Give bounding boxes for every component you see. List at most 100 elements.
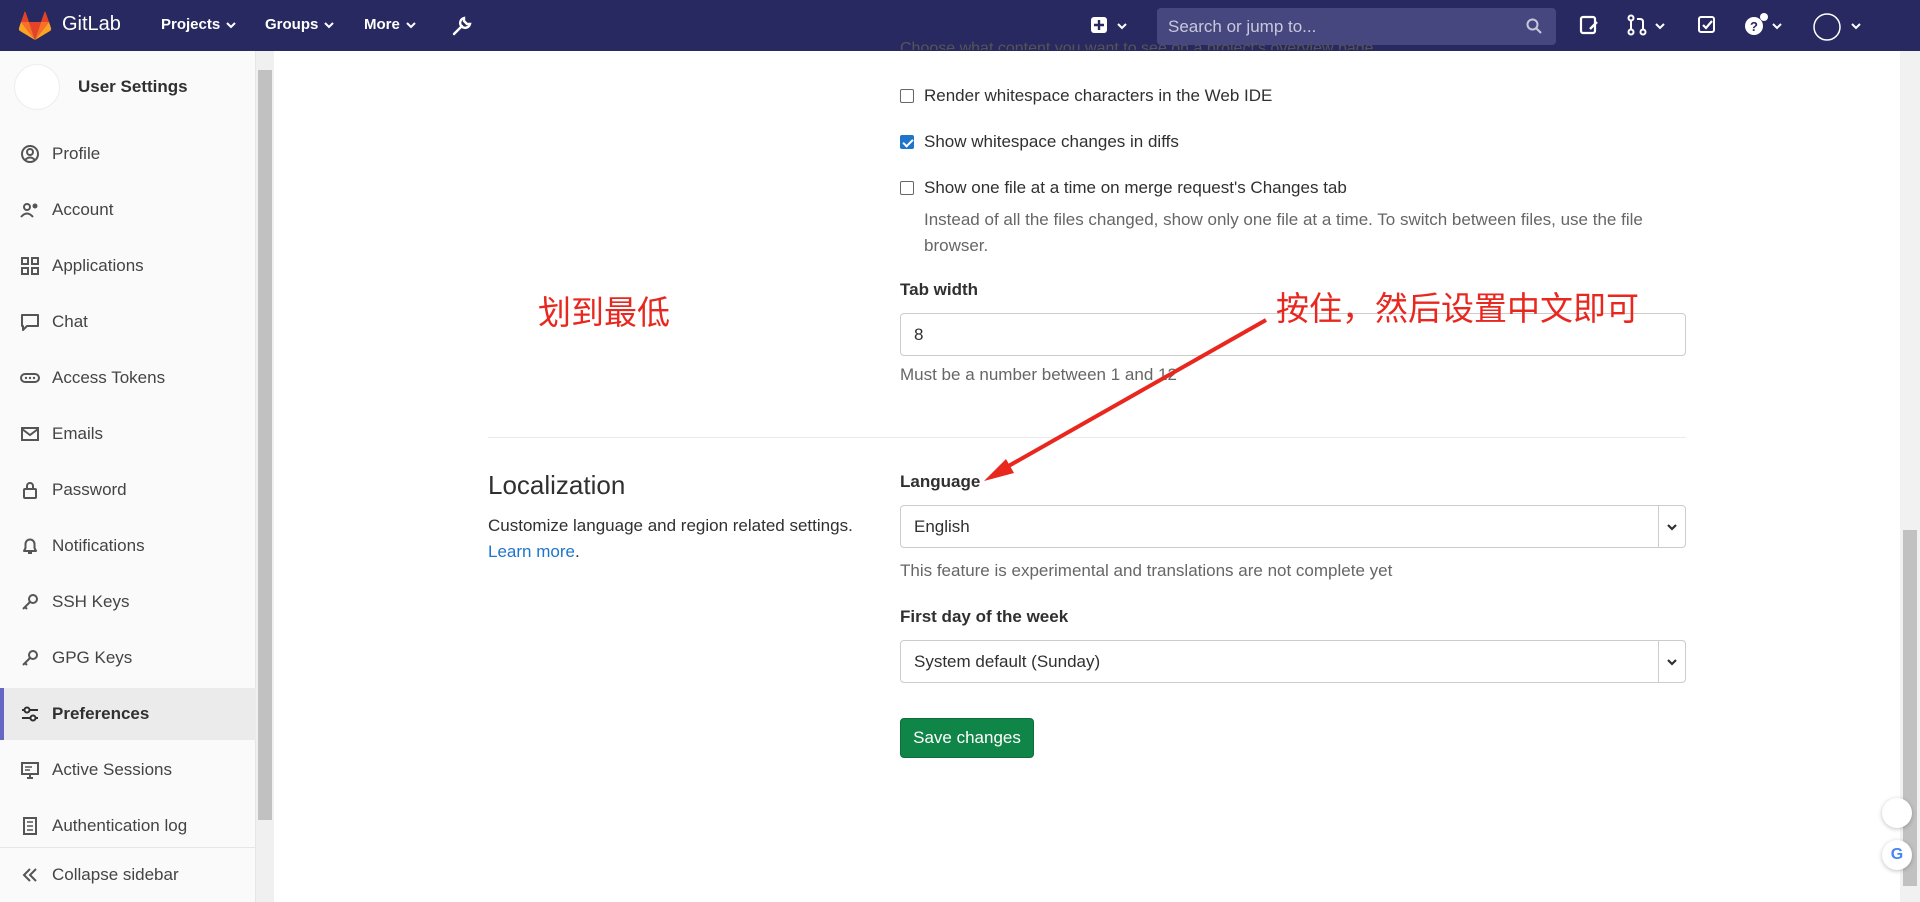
chevron-down-icon [1655,23,1665,30]
account-icon [20,203,38,218]
localization-section-description: Customize language and region related se… [488,513,888,565]
key-icon [22,650,38,666]
issues-icon[interactable] [1578,14,1600,36]
sidebar-item-ssh-keys[interactable]: SSH Keys [0,576,256,628]
first-day-select-value: System default (Sunday) [914,652,1101,671]
avatar [14,64,60,110]
sidebar-item-label: Password [52,480,127,499]
one-file-help-text: Instead of all the files changed, show o… [924,210,1643,255]
language-select-value: English [914,517,970,536]
nav-groups[interactable]: Groups [265,16,335,33]
brand-name[interactable]: GitLab [62,13,121,36]
nav-projects-label: Projects [161,16,221,33]
sidebar-item-label: SSH Keys [52,592,130,611]
select-caret[interactable] [1658,641,1685,682]
sidebar-item-emails[interactable]: Emails [0,408,256,460]
search-placeholder: Search or jump to... [1168,17,1317,36]
checkbox[interactable] [900,135,914,149]
checkbox[interactable] [900,89,914,103]
gitlab-logo-icon[interactable] [18,11,52,41]
first-day-label: First day of the week [900,607,1069,626]
mail-icon [21,427,39,441]
double-chevron-left-icon [22,868,37,882]
sidebar-item-label: Notifications [52,536,145,555]
chevron-down-icon [406,21,416,28]
sidebar-item-preferences[interactable]: Preferences [0,688,256,740]
wrench-icon[interactable] [451,15,473,37]
sidebar-item-label: Account [52,200,114,219]
nav-projects[interactable]: Projects [161,16,236,33]
checkbox-label: Show one file at a time on merge request… [924,178,1347,197]
avatar-icon[interactable] [1812,12,1842,42]
collapse-sidebar-label: Collapse sidebar [52,865,179,884]
sidebar-item-active-sessions[interactable]: Active Sessions [0,744,256,796]
sidebar-scrollbar-thumb[interactable] [258,70,272,820]
merge-request-icon[interactable] [1626,14,1648,36]
sidebar-item-label: Preferences [52,704,150,723]
checkbox[interactable] [900,181,914,195]
nav-more-label: More [364,16,400,33]
sidebar-item-label: GPG Keys [52,648,133,667]
google-extension-icon[interactable]: G [1882,840,1912,870]
tab-width-label: Tab width [900,280,979,299]
collapse-sidebar-button[interactable]: Collapse sidebar [0,847,256,902]
checkbox-label: Render whitespace characters in the Web … [924,86,1273,105]
language-hint: This feature is experimental and transla… [900,561,1393,580]
render-whitespace-checkbox-row[interactable]: Render whitespace characters in the Web … [900,86,1272,106]
chevron-down-icon [1851,23,1861,30]
localization-section-title: Localization [488,470,626,500]
chevron-down-icon [324,21,335,28]
tab-width-hint: Must be a number between 1 and 12 [900,365,1177,384]
show-whitespace-diffs-checkbox-row[interactable]: Show whitespace changes in diffs [900,132,1179,152]
applications-icon [21,257,39,275]
sidebar-item-label: Access Tokens [52,368,166,387]
sidebar-item-label: Applications [52,256,144,275]
search-icon [1526,18,1542,34]
profile-icon [21,145,39,163]
chevron-down-icon [1772,23,1782,30]
preferences-icon [22,706,38,722]
sidebar-item-authentication-log[interactable]: Authentication log [0,800,256,852]
plus-square-icon[interactable] [1090,16,1108,34]
select-caret[interactable] [1658,506,1685,547]
chat-icon [21,314,39,331]
annotation-scroll-to-bottom: 划到最低 [538,293,670,332]
language-select[interactable]: English [900,505,1686,548]
sidebar-item-label: Profile [52,144,101,163]
save-changes-button[interactable]: Save changes [900,718,1034,758]
page-scrollbar-thumb[interactable] [1903,530,1917,886]
annotation-set-chinese: 按住，然后设置中文即可 [1276,289,1639,328]
chevron-down-icon [1667,658,1677,666]
chevron-down-icon [1667,523,1677,531]
help-icon[interactable]: ? [1743,12,1769,38]
nav-more[interactable]: More [364,16,416,33]
sidebar-item-label: Chat [52,312,88,331]
sidebar-item-password[interactable]: Password [0,464,256,516]
sidebar-item-applications[interactable]: Applications [0,240,256,292]
floating-button[interactable] [1882,798,1912,828]
sidebar-item-access-tokens[interactable]: Access Tokens [0,352,256,404]
sidebar-item-label: Authentication log [52,816,188,835]
sidebar-header[interactable]: User Settings [14,64,188,110]
sidebar-item-profile[interactable]: Profile [0,128,256,180]
sidebar-title: User Settings [78,77,188,96]
todo-icon[interactable] [1697,15,1717,35]
sidebar-item-chat[interactable]: Chat [0,296,256,348]
sidebar-item-notifications[interactable]: Notifications [0,520,256,572]
checkbox-label: Show whitespace changes in diffs [924,132,1179,151]
sidebar-item-label: Emails [52,424,104,443]
lock-icon [23,482,37,499]
chevron-down-icon [226,21,236,28]
language-label: Language [900,472,981,491]
first-day-select[interactable]: System default (Sunday) [900,640,1686,683]
sidebar-item-gpg-keys[interactable]: GPG Keys [0,632,256,684]
one-file-at-a-time-checkbox-row[interactable]: Show one file at a time on merge request… [900,178,1347,198]
sidebar-item-label: Active Sessions [52,760,172,779]
log-icon [23,817,37,835]
chevron-down-icon [1117,23,1127,30]
token-icon [20,373,40,383]
learn-more-link[interactable]: Learn more [488,542,575,561]
overview-help-text: Choose what content you want to see on a… [900,40,1379,50]
svg-text:?: ? [1750,19,1758,34]
sidebar-item-account[interactable]: Account [0,184,256,236]
